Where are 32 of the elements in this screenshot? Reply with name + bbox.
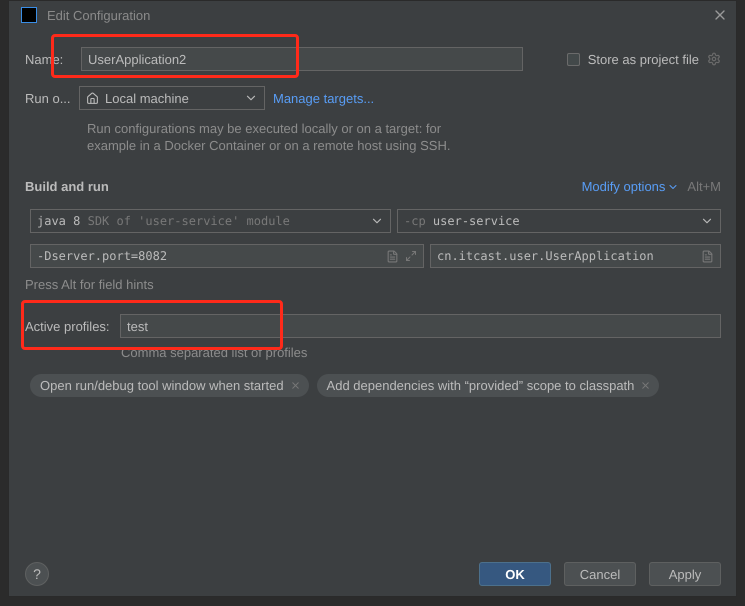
checkbox[interactable]: [566, 52, 580, 66]
window-title: Edit Configuration: [47, 8, 152, 22]
dialog-button[interactable]: Cancel: [564, 562, 636, 586]
run-on-hint: Run configurations may be executed locally or on a target: for example in a Docker Container or on a remote host using SSH.: [87, 120, 452, 154]
option-chip[interactable]: Add dependencies with “provided” scope to classpath: [316, 374, 660, 397]
remove-icon[interactable]: [640, 380, 652, 391]
house-icon: [86, 92, 99, 104]
dialog-button[interactable]: Apply: [649, 562, 721, 586]
jre-dropdown[interactable]: java 8 SDK of 'user-service' module: [30, 209, 391, 233]
document-icon[interactable]: [701, 250, 714, 262]
section-title: Build and run: [25, 179, 109, 194]
help-button[interactable]: ?: [25, 562, 49, 586]
app-logo-icon: [21, 7, 37, 23]
name-field[interactable]: UserApplication2: [81, 47, 523, 71]
remove-icon[interactable]: [290, 380, 301, 391]
ok-button[interactable]: OK: [479, 562, 551, 586]
vm-options-field[interactable]: -Dserver.port=8082: [30, 244, 424, 268]
document-icon[interactable]: [386, 250, 399, 262]
run-on-label: Run o...: [25, 90, 71, 106]
manage-targets-link[interactable]: Manage targets...: [273, 90, 374, 106]
option-chip[interactable]: Open run/debug tool window when started: [30, 374, 309, 397]
store-label: Store as project file: [588, 52, 699, 66]
gear-icon[interactable]: [707, 52, 721, 66]
modify-options-link[interactable]: Modify options: [582, 179, 666, 194]
target-dropdown[interactable]: Local machine: [79, 86, 265, 110]
classpath-dropdown[interactable]: -cp user-service: [397, 209, 721, 233]
expand-icon[interactable]: [405, 250, 417, 262]
field-hint: Press Alt for field hints: [25, 276, 155, 293]
main-class-field[interactable]: cn.itcast.user.UserApplication: [430, 244, 721, 268]
active-profiles-label: Active profiles:: [25, 318, 111, 334]
shortcut-label: Alt+M: [687, 179, 721, 194]
active-profiles-field[interactable]: test: [120, 314, 721, 338]
